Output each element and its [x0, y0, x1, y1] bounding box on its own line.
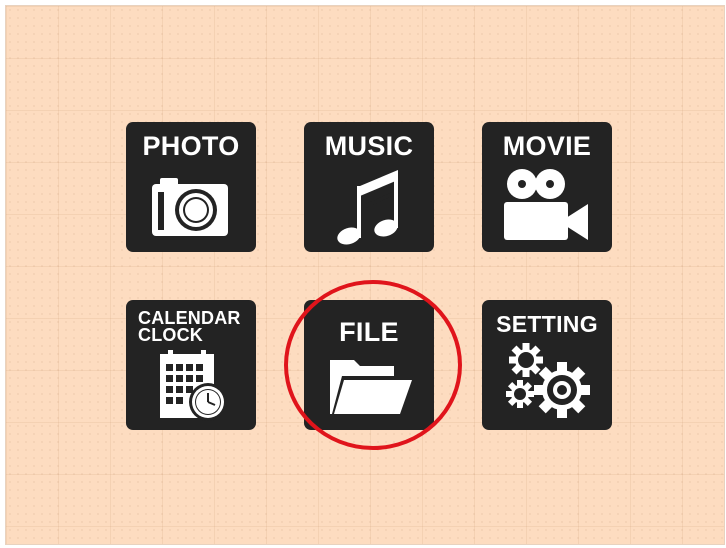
- music-tile[interactable]: MUSIC: [304, 122, 434, 252]
- setting-label: SETTING: [496, 311, 598, 337]
- camera-icon: [152, 178, 228, 236]
- calendar-clock-icon: [160, 350, 227, 421]
- gears-icon: [506, 343, 590, 418]
- movie-camera-icon: [504, 169, 588, 240]
- movie-tile[interactable]: MOVIE: [482, 122, 612, 252]
- folder-icon: [330, 360, 412, 414]
- music-note-icon: [337, 170, 398, 245]
- calendar-clock-label: CALENDAR CLOCK: [138, 309, 256, 345]
- setting-tile[interactable]: SETTING: [482, 300, 612, 430]
- music-label: MUSIC: [324, 131, 414, 161]
- calendar-clock-tile[interactable]: CALENDAR CLOCK: [126, 300, 256, 430]
- file-label: FILE: [339, 317, 399, 347]
- movie-label: MOVIE: [502, 131, 592, 161]
- main-menu-screen: PHOTO MUSIC MOVIE CALENDAR CLOCK FILE SE…: [6, 6, 724, 544]
- photo-label: PHOTO: [142, 131, 240, 161]
- clock-label-line: CLOCK: [138, 325, 203, 345]
- photo-tile[interactable]: PHOTO: [126, 122, 256, 252]
- file-tile[interactable]: FILE: [304, 300, 434, 430]
